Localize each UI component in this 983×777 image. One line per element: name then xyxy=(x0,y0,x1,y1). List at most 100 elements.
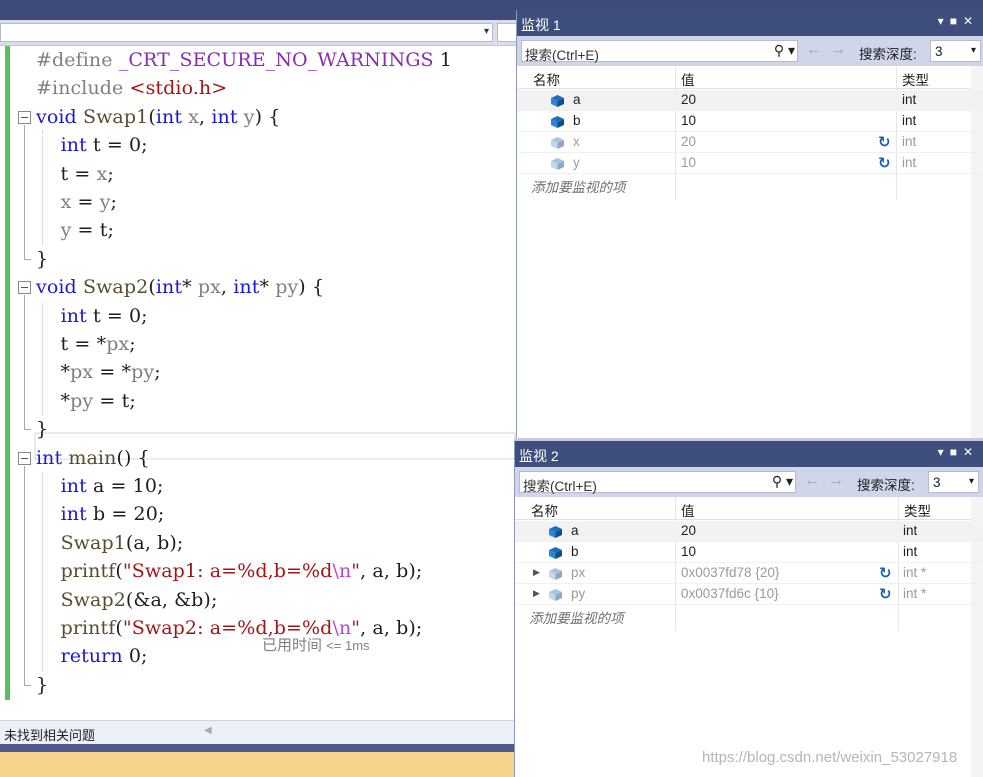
watch-row[interactable]: a 20 int xyxy=(517,90,983,111)
code-line[interactable]: #include <stdio.h> xyxy=(36,74,227,102)
code-line[interactable]: return 0; xyxy=(36,642,148,670)
refresh-icon[interactable]: ↻ xyxy=(878,154,891,172)
code-line[interactable]: void Swap2(int* px, int* py) { xyxy=(36,273,324,301)
watch-row[interactable]: b 10 int xyxy=(515,542,983,563)
issues-status[interactable]: 未找到相关问题 xyxy=(4,725,95,744)
watch-name[interactable]: px xyxy=(571,565,585,580)
code-line[interactable]: } xyxy=(36,415,48,443)
watch-1-grid[interactable]: 名称 值 类型 a 20 int b 10 int x 20 ↻ int y 10 ↻ int 添加要监视的… xyxy=(517,66,983,438)
watch-name[interactable]: a xyxy=(571,523,579,538)
code-area[interactable]: #define _CRT_SECURE_NO_WARNINGS 1 #includ… xyxy=(0,46,516,706)
code-token: px xyxy=(70,361,94,384)
column-type-header[interactable]: 类型 xyxy=(904,500,931,520)
watch-value[interactable]: 0x0037fd78 {20} xyxy=(681,565,779,580)
search-icon[interactable]: ⚲ ▾ xyxy=(774,42,795,59)
code-line[interactable]: *py = t; xyxy=(36,387,136,415)
column-type-header[interactable]: 类型 xyxy=(902,69,929,89)
code-line[interactable]: int t = 0; xyxy=(36,131,148,159)
watch-2-grid[interactable]: 名称 值 类型 a 20 int b 10 int ▶ px 0x0037fd78 {20} ↻ i… xyxy=(515,497,983,777)
member-dropdown[interactable]: ▾ xyxy=(0,23,493,42)
code-line[interactable]: t = *px; xyxy=(36,330,136,358)
code-token: ( xyxy=(115,560,123,583)
search-depth-select[interactable]: 3 ▾ xyxy=(930,40,981,62)
watch-value[interactable]: 10 xyxy=(681,113,696,128)
watch-name[interactable]: y xyxy=(573,155,580,170)
code-line[interactable]: } xyxy=(36,245,48,273)
watch-type: int xyxy=(902,155,917,170)
fold-collapse-icon[interactable] xyxy=(18,281,31,295)
watch-row[interactable]: ▶ px 0x0037fd78 {20} ↻ int * xyxy=(515,563,983,584)
watch-row[interactable]: y 10 ↻ int xyxy=(517,153,983,174)
watch-value[interactable]: 10 xyxy=(681,155,696,170)
add-watch-item[interactable]: 添加要监视的项 xyxy=(531,176,626,196)
maximize-icon[interactable]: ■ xyxy=(950,14,963,28)
code-line[interactable]: void Swap1(int x, int y) { xyxy=(36,103,280,131)
column-name-header[interactable]: 名称 xyxy=(533,69,560,89)
forward-arrow-icon[interactable]: → xyxy=(828,472,852,489)
code-token: #include xyxy=(36,77,130,100)
add-watch-item[interactable]: 添加要监视的项 xyxy=(529,607,624,627)
watch-2-title-bar[interactable]: 监视 2 ▾■✕ xyxy=(515,441,983,467)
code-editor[interactable]: ▾ #define _CRT_SECURE_NO_WARNINGS 1 #incl… xyxy=(0,0,516,777)
watch-row[interactable]: b 10 int xyxy=(517,111,983,132)
code-line[interactable]: x = y; xyxy=(36,188,117,216)
maximize-icon[interactable]: ■ xyxy=(950,445,963,459)
watch-value[interactable]: 10 xyxy=(681,544,696,559)
watch-name[interactable]: b xyxy=(571,544,579,559)
code-line[interactable]: } xyxy=(36,671,48,699)
watch-value[interactable]: 20 xyxy=(681,92,696,107)
code-line[interactable]: t = x; xyxy=(36,160,114,188)
code-line[interactable]: int t = 0; xyxy=(36,302,148,330)
code-line[interactable]: *px = *py; xyxy=(36,358,161,386)
code-line[interactable]: y = t; xyxy=(36,216,114,244)
close-icon[interactable]: ✕ xyxy=(963,14,979,28)
watch-value[interactable]: 20 xyxy=(681,523,696,538)
watch-name[interactable]: py xyxy=(571,586,585,601)
watch-1-search-input[interactable]: 搜索(Ctrl+E) ⚲ ▾ xyxy=(521,40,798,63)
watch-value[interactable]: 20 xyxy=(681,134,696,149)
refresh-icon[interactable]: ↻ xyxy=(879,564,892,582)
code-line[interactable]: Swap1(a, b); xyxy=(36,529,184,557)
code-line[interactable]: int a = 10; xyxy=(36,472,164,500)
code-line[interactable]: printf("Swap1: a=%d,b=%d\n", a, b); xyxy=(36,557,423,585)
refresh-icon[interactable]: ↻ xyxy=(879,585,892,603)
watch-name[interactable]: a xyxy=(573,92,581,107)
code-token: x xyxy=(60,191,72,213)
forward-arrow-icon[interactable]: → xyxy=(830,41,854,58)
scroll-left-icon[interactable]: ◀ xyxy=(204,725,212,736)
code-line[interactable]: #define _CRT_SECURE_NO_WARNINGS 1 xyxy=(36,46,452,74)
scope-dropdown[interactable] xyxy=(497,23,516,42)
fold-collapse-icon[interactable] xyxy=(18,110,31,124)
column-value-header[interactable]: 值 xyxy=(681,500,695,520)
code-token: #define xyxy=(36,49,119,71)
watch-row[interactable]: x 20 ↻ int xyxy=(517,132,983,153)
column-name-header[interactable]: 名称 xyxy=(531,500,558,520)
code-line[interactable]: int main() { xyxy=(36,444,150,472)
watch-name[interactable]: x xyxy=(573,134,580,149)
search-depth-select[interactable]: 3 ▾ xyxy=(928,471,979,493)
expand-arrow-icon[interactable]: ▶ xyxy=(533,567,540,578)
expand-arrow-icon[interactable]: ▶ xyxy=(533,588,540,599)
search-icon[interactable]: ⚲ ▾ xyxy=(772,473,793,490)
watch-name[interactable]: b xyxy=(573,113,581,128)
close-icon[interactable]: ✕ xyxy=(963,445,979,459)
refresh-icon[interactable]: ↻ xyxy=(878,133,891,151)
grid-header: 名称 值 类型 xyxy=(517,66,983,89)
watch-row[interactable]: ▶ py 0x0037fd6c {10} ↻ int * xyxy=(515,584,983,605)
watch-2-search-input[interactable]: 搜索(Ctrl+E) ⚲ ▾ xyxy=(519,471,796,494)
code-line[interactable]: int b = 20; xyxy=(36,500,165,528)
window-menu-icon[interactable]: ▾ xyxy=(938,14,950,28)
watch-value[interactable]: 0x0037fd6c {10} xyxy=(681,586,779,601)
back-arrow-icon[interactable]: ← xyxy=(806,41,830,58)
watch-row[interactable]: a 20 int xyxy=(515,521,983,542)
column-value-header[interactable]: 值 xyxy=(681,69,695,89)
window-menu-icon[interactable]: ▾ xyxy=(938,445,950,459)
fold-collapse-icon[interactable] xyxy=(18,451,31,465)
back-arrow-icon[interactable]: ← xyxy=(804,472,828,489)
code-line[interactable]: Swap2(&a, &b); xyxy=(36,586,218,614)
watch-1-title-bar[interactable]: 监视 1 ▾■✕ xyxy=(517,10,983,36)
